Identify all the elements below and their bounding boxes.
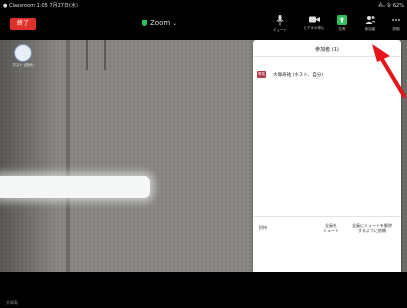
ask-unmute-label-line2: するように依頼 — [358, 228, 386, 233]
status-battery: ⁂ᵢₗ 令 62% — [377, 3, 404, 9]
mute-all-button[interactable]: 全員を ミュート — [321, 223, 341, 233]
bottom-strip — [0, 272, 407, 308]
share-arrow-icon — [337, 15, 347, 25]
participants-label: 参加者 — [364, 27, 376, 31]
mute-button[interactable]: ミュート — [268, 15, 292, 37]
meeting-toolbar: 終了 Zoom ⌄ ミュート ビデオの停止 共有 参加者 詳細 — [0, 10, 407, 40]
avatar — [14, 44, 32, 62]
mute-all-label-line2: ミュート — [323, 228, 339, 233]
meeting-title-label: Zoom — [150, 19, 171, 27]
panel-divider — [253, 56, 401, 57]
panel-title: 参加者 (1) — [315, 47, 339, 53]
panel-footer-divider — [253, 216, 401, 217]
ceiling-bracket — [86, 40, 106, 70]
stop-video-button[interactable]: ビデオの停止 — [302, 15, 326, 37]
more-dots-icon — [392, 19, 400, 21]
participant-row[interactable]: 寿祐 大塚寿祐 (ホスト、自分) — [257, 64, 323, 78]
participant-avatar: 寿祐 — [257, 71, 266, 78]
light-fixture — [0, 176, 150, 198]
participants-panel: 参加者 (1) 寿祐 大塚寿祐 (ホスト、自分) 招待 全員を ミュート 全員に… — [253, 40, 401, 272]
microphone-icon — [276, 15, 284, 26]
participants-icon — [365, 16, 376, 24]
ceiling-beam — [66, 40, 70, 272]
shield-icon — [142, 20, 147, 26]
more-label: 詳細 — [392, 27, 400, 31]
stop-video-label: ビデオの停止 — [303, 26, 325, 30]
status-bar: ● Classroom 1:05 7月27日(水) ⁂ᵢₗ 令 62% — [0, 0, 407, 10]
share-label: 共有 — [338, 27, 346, 31]
invite-button[interactable]: 招待 — [259, 225, 267, 231]
status-time: ● Classroom 1:05 7月27日(水) — [3, 3, 78, 9]
more-button[interactable]: 詳細 — [384, 15, 407, 37]
self-view-thumbnail[interactable]: ホスト (自分) — [8, 42, 38, 74]
chevron-down-icon: ⌄ — [172, 20, 178, 27]
bottom-caption: 大塚寿 — [6, 300, 18, 305]
mute-label: ミュート — [273, 28, 287, 32]
participants-button[interactable]: 参加者 — [358, 15, 382, 37]
end-meeting-button[interactable]: 終了 — [10, 18, 36, 30]
share-screen-button[interactable]: 共有 — [330, 15, 354, 37]
ask-all-unmute-button[interactable]: 全員にミュートを解除 するように依頼 — [348, 223, 396, 233]
video-camera-icon — [308, 16, 320, 23]
meeting-title[interactable]: Zoom ⌄ — [142, 19, 177, 27]
participant-name: 大塚寿祐 (ホスト、自分) — [273, 72, 323, 78]
self-view-name: ホスト (自分) — [12, 63, 34, 67]
